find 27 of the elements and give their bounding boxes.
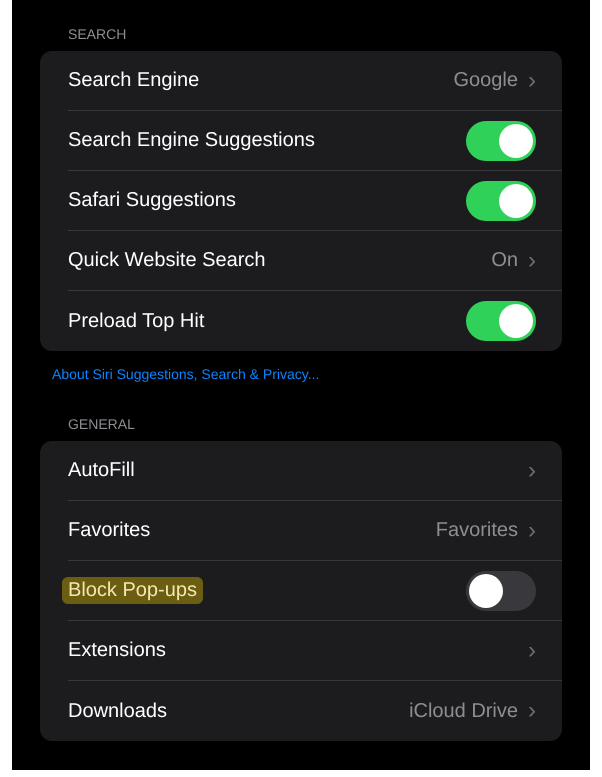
toggle-switch[interactable] bbox=[466, 570, 536, 610]
chevron-icon[interactable]: › bbox=[528, 518, 536, 542]
privacy-link[interactable]: About Siri Suggestions, Search & Privacy... bbox=[52, 366, 562, 382]
setting-value: iCloud Drive bbox=[409, 700, 518, 722]
toggle-switch[interactable] bbox=[466, 301, 536, 341]
setting-label: Safari Suggestions bbox=[68, 189, 236, 212]
setting-label: Preload Top Hit bbox=[68, 310, 204, 332]
setting-label: Extensions bbox=[68, 639, 166, 662]
setting-label: Quick Website Search bbox=[68, 249, 266, 272]
setting-label: Block Pop-ups bbox=[62, 577, 203, 604]
chevron-icon[interactable]: › bbox=[528, 638, 536, 662]
setting-label: Favorites bbox=[68, 519, 150, 542]
setting-value: Favorites bbox=[436, 519, 518, 542]
chevron-icon[interactable]: › bbox=[528, 458, 536, 482]
setting-label: Downloads bbox=[68, 700, 167, 722]
section-header: SEARCH bbox=[67, 26, 128, 42]
chevron-icon[interactable]: › bbox=[528, 248, 536, 272]
toggle-switch[interactable] bbox=[466, 180, 536, 220]
setting-label: Search Engine Suggestions bbox=[68, 129, 315, 152]
section-header: GENERAL bbox=[67, 416, 136, 432]
setting-label: Search Engine bbox=[68, 69, 200, 92]
setting-value: Google bbox=[454, 69, 518, 92]
chevron-icon[interactable]: › bbox=[528, 68, 536, 92]
toggle-switch[interactable] bbox=[466, 120, 536, 160]
setting-value: On bbox=[491, 249, 518, 272]
chevron-icon[interactable]: › bbox=[528, 699, 536, 723]
setting-label: AutoFill bbox=[68, 459, 135, 482]
